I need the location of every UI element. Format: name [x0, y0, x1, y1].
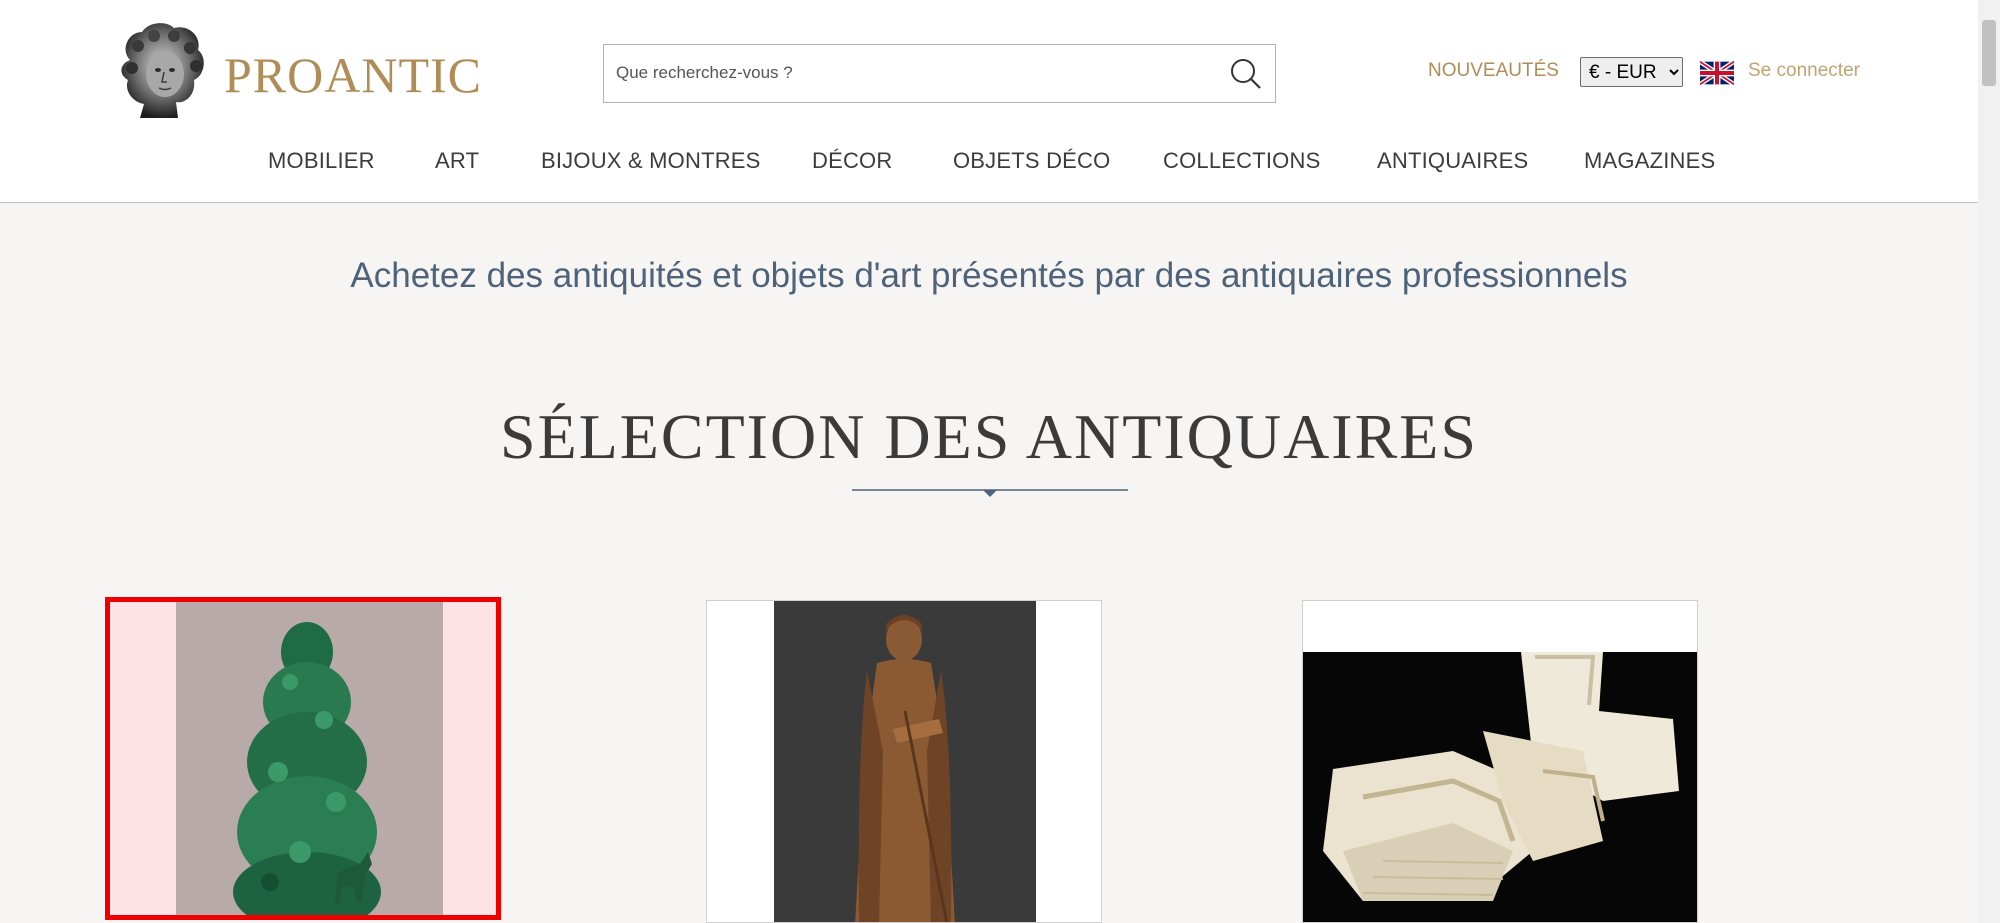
proantic-logo-icon[interactable]	[110, 20, 214, 124]
nav-item-decor[interactable]: DÉCOR	[812, 148, 892, 174]
page-scrollbar[interactable]	[1978, 0, 2000, 923]
news-link[interactable]: NOUVEAUTÉS	[1428, 60, 1559, 82]
product-image-wood-statue	[707, 601, 1101, 922]
login-link[interactable]: Se connecter	[1748, 60, 1860, 82]
product-image-majolica	[110, 602, 496, 915]
product-image-lace-linens	[1303, 601, 1697, 922]
nav-item-objets-deco[interactable]: OBJETS DÉCO	[953, 148, 1110, 174]
site-header: PROANTIC NOUVEAUTÉS € - EUR Se connecter…	[0, 0, 1978, 203]
search-button[interactable]	[1225, 54, 1265, 94]
nav-item-antiquaires[interactable]: ANTIQUAIRES	[1377, 148, 1528, 174]
scrollbar-thumb[interactable]	[1982, 20, 1996, 86]
product-card[interactable]	[105, 597, 501, 920]
brand-name[interactable]: PROANTIC	[224, 46, 482, 104]
nav-item-art[interactable]: ART	[435, 148, 479, 174]
currency-select[interactable]: € - EUR	[1580, 57, 1683, 87]
search-input[interactable]	[616, 63, 1176, 83]
search-icon	[1231, 59, 1261, 89]
product-card[interactable]	[1302, 600, 1698, 923]
main-nav: MOBILIER ART BIJOUX & MONTRES DÉCOR OBJE…	[0, 148, 1978, 180]
nav-item-bijoux-montres[interactable]: BIJOUX & MONTRES	[541, 148, 761, 174]
nav-item-mobilier[interactable]: MOBILIER	[268, 148, 375, 174]
product-card[interactable]	[706, 600, 1102, 923]
nav-item-magazines[interactable]: MAGAZINES	[1584, 148, 1715, 174]
page-tagline: Achetez des antiquités et objets d'art p…	[350, 256, 1628, 295]
section-title: SÉLECTION DES ANTIQUAIRES	[500, 401, 1478, 472]
search-bar	[603, 44, 1276, 103]
title-divider	[852, 489, 1128, 497]
nav-item-collections[interactable]: COLLECTIONS	[1163, 148, 1320, 174]
uk-flag-icon[interactable]	[1700, 61, 1734, 85]
